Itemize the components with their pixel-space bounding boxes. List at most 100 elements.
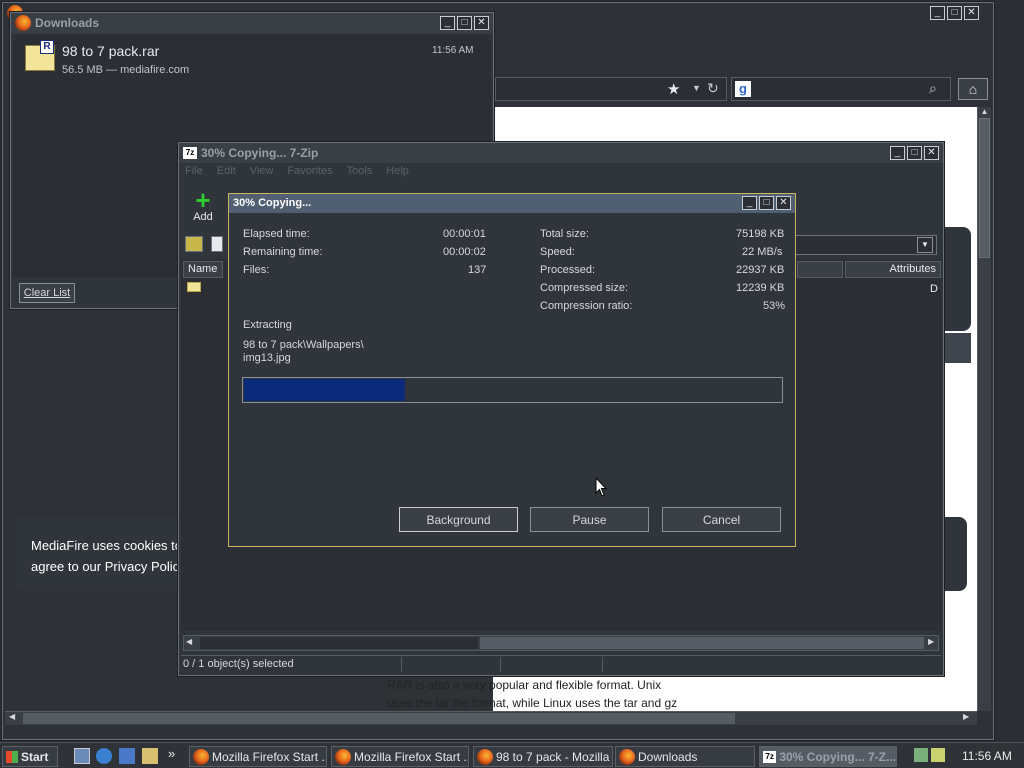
zip-horizontal-scrollbar[interactable]: ◀ ▶ xyxy=(183,635,939,651)
taskbar-item-firefox-2[interactable]: Mozilla Firefox Start ... xyxy=(331,746,469,767)
downloads-window-controls: _ □ ✕ xyxy=(440,16,489,30)
scroll-thumb[interactable] xyxy=(979,118,990,258)
taskbar-item-label: Mozilla Firefox Start ... xyxy=(212,749,327,764)
download-item[interactable]: R 98 to 7 pack.rar 56.5 MB — mediafire.c… xyxy=(13,37,491,79)
taskbar-item-firefox-1[interactable]: Mozilla Firefox Start ... xyxy=(189,746,327,767)
total-value: 75198 KB xyxy=(736,228,785,240)
browser-window-controls: _ □ ✕ xyxy=(930,6,979,20)
download-name: 98 to 7 pack.rar xyxy=(62,43,160,59)
folder-icon[interactable] xyxy=(187,282,201,292)
compressed-label: Compressed size: xyxy=(540,282,629,294)
menu-tools[interactable]: Tools xyxy=(347,165,373,181)
col-header-mid[interactable] xyxy=(797,261,843,278)
cancel-button[interactable]: Cancel xyxy=(662,507,781,532)
search-bar[interactable] xyxy=(731,77,951,101)
taskbar-item-downloads[interactable]: Downloads xyxy=(615,746,755,767)
zip-window-controls: _ □ ✕ xyxy=(890,146,939,160)
close-icon[interactable]: ✕ xyxy=(776,196,791,210)
hscroll-thumb[interactable] xyxy=(23,713,735,724)
downloads-titlebar: Downloads xyxy=(11,13,493,33)
minimize-icon[interactable]: _ xyxy=(742,196,757,210)
home-button[interactable]: ⌂ xyxy=(958,78,988,100)
progress-bar-fill xyxy=(244,379,405,401)
up-folder-icon[interactable] xyxy=(185,236,203,252)
minimize-icon[interactable]: _ xyxy=(930,6,945,20)
zip-hscroll-thumb[interactable] xyxy=(200,637,478,649)
dropdown-icon[interactable]: ▼ xyxy=(692,83,701,93)
progress-titlebar: 30% Copying... xyxy=(229,194,795,213)
zip-title: 30% Copying... 7-Zip xyxy=(201,146,319,160)
add-button[interactable]: + Add xyxy=(187,185,219,227)
remaining-label: Remaining time: xyxy=(243,246,323,258)
search-icon[interactable]: ⌕ xyxy=(929,80,937,97)
taskbar-item-label: 98 to 7 pack - Mozilla ... xyxy=(496,749,613,764)
tray-7zip-icon[interactable] xyxy=(931,748,945,762)
menu-view[interactable]: View xyxy=(250,165,274,181)
scroll-left-icon[interactable]: ◀ xyxy=(9,712,15,721)
scroll-right-icon[interactable]: ▶ xyxy=(928,637,934,646)
taskbar-item-7zip[interactable]: 7z 30% Copying... 7-Z... xyxy=(759,746,897,767)
7zip-icon: 7z xyxy=(763,750,777,763)
remaining-value: 00:00:02 xyxy=(443,246,486,258)
quicklaunch-more-icon[interactable]: » xyxy=(168,746,175,761)
start-button[interactable]: Start xyxy=(2,746,58,767)
quicklaunch-ie-icon[interactable] xyxy=(96,748,112,764)
total-label: Total size: xyxy=(540,228,589,240)
progress-dialog: 30% Copying... _ □ ✕ Elapsed time: 00:00… xyxy=(228,193,796,547)
scroll-right-icon[interactable]: ▶ xyxy=(963,712,969,721)
col-name-header[interactable]: Name xyxy=(183,261,223,278)
minimize-icon[interactable]: _ xyxy=(440,16,455,30)
bookmark-star-icon[interactable]: ★ xyxy=(667,80,680,98)
reload-icon[interactable]: ↻ xyxy=(707,80,719,97)
7zip-icon: 7z xyxy=(183,147,197,159)
maximize-icon[interactable]: □ xyxy=(759,196,774,210)
maximize-icon[interactable]: □ xyxy=(947,6,962,20)
taskbar-item-label: Downloads xyxy=(638,749,698,764)
quicklaunch-outlook-icon[interactable] xyxy=(119,748,135,764)
tray-network-icon[interactable] xyxy=(914,748,928,762)
close-icon[interactable]: ✕ xyxy=(474,16,489,30)
minimize-icon[interactable]: _ xyxy=(890,146,905,160)
scroll-left-icon[interactable]: ◀ xyxy=(186,637,192,646)
quicklaunch-search-icon[interactable] xyxy=(142,748,158,764)
elapsed-label: Elapsed time: xyxy=(243,228,310,240)
ratio-value: 53% xyxy=(763,300,786,312)
google-icon[interactable]: g xyxy=(735,81,751,97)
menu-help[interactable]: Help xyxy=(386,165,409,181)
horizontal-scrollbar[interactable]: ◀ ▶ xyxy=(5,711,977,725)
maximize-icon[interactable]: □ xyxy=(907,146,922,160)
status-divider-1 xyxy=(401,657,501,672)
vertical-scrollbar[interactable]: ▲ xyxy=(977,107,991,711)
pause-button[interactable]: Pause xyxy=(530,507,649,532)
menu-edit[interactable]: Edit xyxy=(217,165,236,181)
close-icon[interactable]: ✕ xyxy=(924,146,939,160)
processed-value: 22937 KB xyxy=(736,264,785,276)
menu-favorites[interactable]: Favorites xyxy=(287,165,332,181)
rar-file-icon: R xyxy=(25,40,55,71)
col-attributes-header[interactable]: Attributes xyxy=(845,261,941,278)
background-button[interactable]: Background xyxy=(399,507,518,532)
folders-icon[interactable] xyxy=(211,236,223,252)
processed-label: Processed: xyxy=(540,264,596,276)
elapsed-value: 00:00:01 xyxy=(443,228,486,240)
plus-icon: + xyxy=(195,185,211,215)
menu-file[interactable]: File xyxy=(185,165,203,181)
taskbar-item-firefox-3[interactable]: 98 to 7 pack - Mozilla ... xyxy=(473,746,613,767)
close-icon[interactable]: ✕ xyxy=(964,6,979,20)
clear-list-button[interactable]: Clear List xyxy=(19,283,75,303)
speed-label: Speed: xyxy=(540,246,575,258)
path-dropdown[interactable] xyxy=(793,235,937,255)
scroll-up-icon[interactable]: ▲ xyxy=(978,107,991,116)
start-label: Start xyxy=(21,749,49,764)
status-text: 0 / 1 object(s) selected xyxy=(183,658,294,670)
download-time: 11:56 AM xyxy=(432,45,474,56)
attr-value: D xyxy=(930,283,938,295)
firefox-icon xyxy=(477,748,493,765)
zip-hscroll-track xyxy=(480,637,924,649)
mouse-cursor-icon xyxy=(595,476,608,500)
zip-statusbar: 0 / 1 object(s) selected xyxy=(181,655,941,673)
maximize-icon[interactable]: □ xyxy=(457,16,472,30)
quicklaunch-desktop-icon[interactable] xyxy=(74,748,90,764)
taskbar-item-label: Mozilla Firefox Start ... xyxy=(354,749,469,764)
chevron-down-icon[interactable]: ▼ xyxy=(917,237,933,253)
